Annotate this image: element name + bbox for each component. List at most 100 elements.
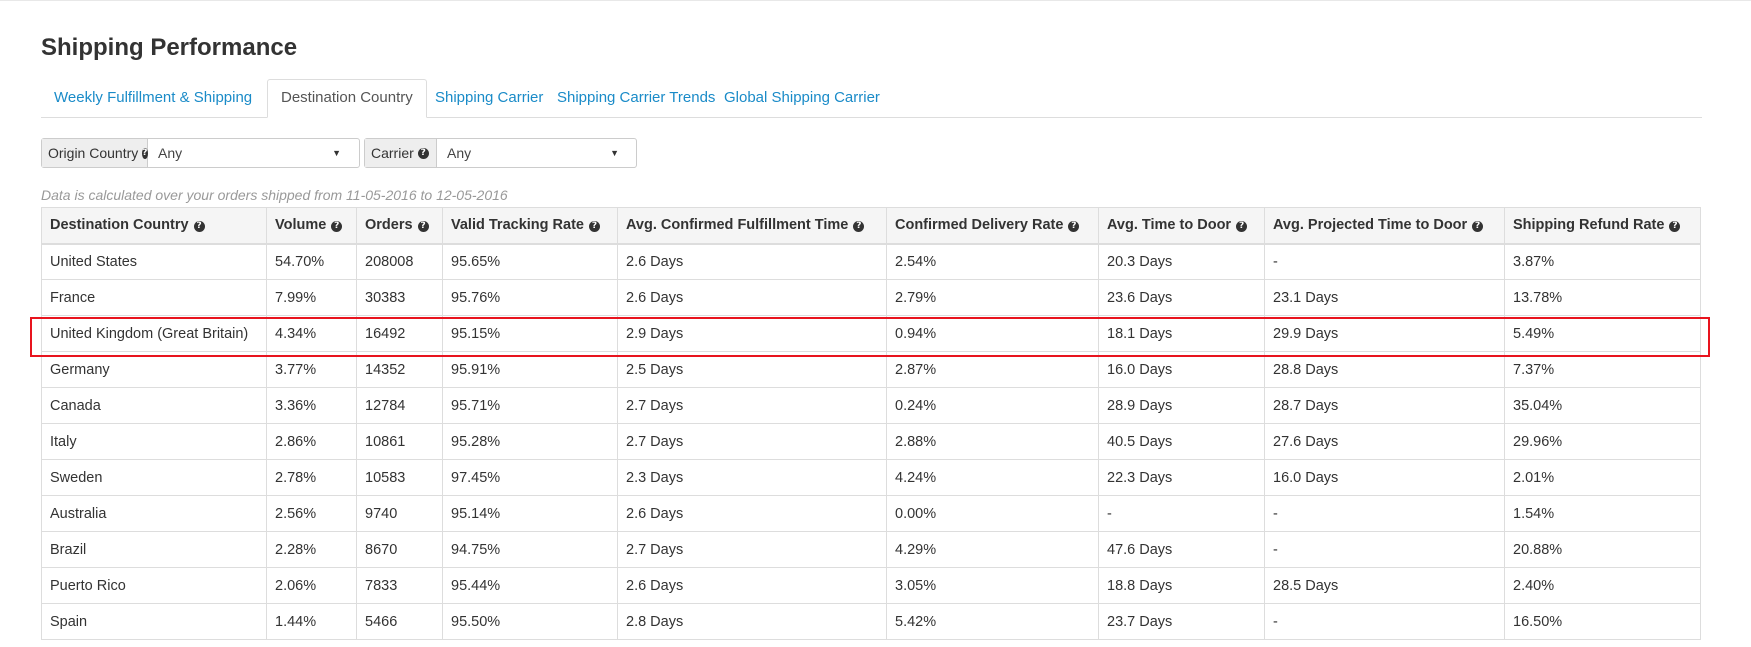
table-cell: Germany bbox=[41, 351, 267, 388]
origin-country-label: Origin Country ? bbox=[42, 139, 148, 167]
table-row: Australia 2.56% 9740 95.14% 2.6 Days 0.00% - -1… bbox=[41, 495, 1701, 532]
tab-weekly-fulfillment-shipping[interactable]: Weekly Fulfillment & Shipping bbox=[41, 79, 265, 116]
table-cell: 9740 bbox=[356, 495, 443, 532]
table-cell: 95.71% bbox=[442, 387, 618, 424]
table-cell: 4.24% bbox=[886, 459, 1099, 496]
tab-global-shipping-carrier[interactable]: Global Shipping Carrier bbox=[711, 79, 893, 116]
table-cell: 2.6 Days bbox=[617, 243, 887, 280]
table-cell: 1.54% bbox=[1504, 495, 1701, 532]
date-range-note: Data is calculated over your orders ship… bbox=[41, 187, 508, 203]
table-cell: 2.6 Days bbox=[617, 495, 887, 532]
table-cell: United Kingdom (Great Britain) bbox=[41, 315, 267, 352]
table-cell: 0.24% bbox=[886, 387, 1099, 424]
tab-destination-country[interactable]: Destination Country bbox=[267, 79, 427, 118]
table-cell: 3.05% bbox=[886, 567, 1099, 604]
table-cell: 2.9 Days bbox=[617, 315, 887, 352]
column-header[interactable]: Avg. Time to Door? bbox=[1098, 207, 1265, 245]
table-cell: 4.34% bbox=[266, 315, 357, 352]
table-cell: Italy bbox=[41, 423, 267, 460]
column-header[interactable]: Avg. Confirmed Fulfillment Time? bbox=[617, 207, 887, 245]
column-header[interactable]: Volume? bbox=[266, 207, 357, 245]
table-cell: - bbox=[1098, 495, 1265, 532]
table-cell: 2.7 Days bbox=[617, 387, 887, 424]
column-header[interactable]: Shipping Refund Rate? bbox=[1504, 207, 1701, 245]
help-icon[interactable]: ? bbox=[1068, 221, 1080, 233]
help-icon[interactable]: ? bbox=[193, 221, 205, 233]
table-cell: 18.8 Days bbox=[1098, 567, 1265, 604]
help-icon[interactable]: ? bbox=[1669, 221, 1681, 233]
table-cell: - bbox=[1264, 531, 1505, 568]
table-row: Canada 3.36% 12784 95.71% 2.7 Days 0.24% 28.9 … bbox=[41, 387, 1701, 424]
table-cell: Spain bbox=[41, 603, 267, 640]
table-cell: 28.8 Days bbox=[1264, 351, 1505, 388]
table-cell: 2.06% bbox=[266, 567, 357, 604]
table-cell: 2.88% bbox=[886, 423, 1099, 460]
table-cell: 12784 bbox=[356, 387, 443, 424]
table-cell: 95.65% bbox=[442, 243, 618, 280]
table-row: Puerto Rico 2.06% 7833 95.44% 2.6 Days 3.05% 1… bbox=[41, 567, 1701, 604]
table-cell: 3.87% bbox=[1504, 243, 1701, 280]
tab-shipping-carrier-trends[interactable]: Shipping Carrier Trends bbox=[544, 79, 728, 116]
table-cell: 208008 bbox=[356, 243, 443, 280]
table-cell: 28.7 Days bbox=[1264, 387, 1505, 424]
table-cell: 23.1 Days bbox=[1264, 279, 1505, 316]
origin-country-filter: Origin Country ? Any ▼ bbox=[41, 138, 360, 168]
table-cell: 10861 bbox=[356, 423, 443, 460]
table-cell: 40.5 Days bbox=[1098, 423, 1265, 460]
table-cell: 95.14% bbox=[442, 495, 618, 532]
table-cell: 4.29% bbox=[886, 531, 1099, 568]
origin-country-select[interactable]: Any ▼ bbox=[148, 139, 347, 167]
table-cell: 2.8 Days bbox=[617, 603, 887, 640]
table-cell: 7833 bbox=[356, 567, 443, 604]
table-cell: 2.78% bbox=[266, 459, 357, 496]
table-cell: 2.7 Days bbox=[617, 423, 887, 460]
table-cell: 2.01% bbox=[1504, 459, 1701, 496]
help-icon[interactable]: ? bbox=[588, 221, 600, 233]
help-icon[interactable]: ? bbox=[853, 221, 865, 233]
table-cell: 27.6 Days bbox=[1264, 423, 1505, 460]
table-cell: United States bbox=[41, 243, 267, 280]
help-icon[interactable]: ? bbox=[417, 147, 429, 159]
table-cell: 2.3 Days bbox=[617, 459, 887, 496]
table-cell: 2.56% bbox=[266, 495, 357, 532]
table-cell: 2.54% bbox=[886, 243, 1099, 280]
table-cell: 20.88% bbox=[1504, 531, 1701, 568]
table-cell: 1.44% bbox=[266, 603, 357, 640]
table-cell: 20.3 Days bbox=[1098, 243, 1265, 280]
table-row: United States 54.70% 208008 95.65% 2.6 Days 2… bbox=[41, 243, 1701, 280]
column-header[interactable]: Avg. Projected Time to Door? bbox=[1264, 207, 1505, 245]
table-body: United States 54.70% 208008 95.65% 2.6 Days 2… bbox=[41, 243, 1701, 640]
tab-shipping-carrier[interactable]: Shipping Carrier bbox=[422, 79, 556, 116]
tab-bar: Weekly Fulfillment & Shipping Destinatio… bbox=[41, 79, 1702, 118]
table-cell: 29.9 Days bbox=[1264, 315, 1505, 352]
table-cell: 0.94% bbox=[886, 315, 1099, 352]
table-cell: 2.28% bbox=[266, 531, 357, 568]
help-icon[interactable]: ? bbox=[417, 221, 429, 233]
table-cell: - bbox=[1264, 243, 1505, 280]
table-cell: 28.5 Days bbox=[1264, 567, 1505, 604]
help-icon[interactable]: ? bbox=[1472, 221, 1484, 233]
table-cell: 13.78% bbox=[1504, 279, 1701, 316]
table-cell: 95.50% bbox=[442, 603, 618, 640]
table-cell: 3.77% bbox=[266, 351, 357, 388]
destination-country-table: Destination Country? Volume? Orders? Val… bbox=[41, 207, 1701, 640]
table-cell: Canada bbox=[41, 387, 267, 424]
help-icon[interactable]: ? bbox=[142, 147, 148, 159]
help-icon[interactable]: ? bbox=[331, 221, 343, 233]
table-cell: 2.86% bbox=[266, 423, 357, 460]
table-cell: - bbox=[1264, 495, 1505, 532]
column-header[interactable]: Orders? bbox=[356, 207, 443, 245]
carrier-select[interactable]: Any ▼ bbox=[437, 139, 625, 167]
table-cell: 2.79% bbox=[886, 279, 1099, 316]
table-cell: 95.91% bbox=[442, 351, 618, 388]
help-icon[interactable]: ? bbox=[1236, 221, 1248, 233]
dropdown-caret-icon: ▼ bbox=[332, 148, 341, 158]
column-header[interactable]: Destination Country? bbox=[41, 207, 267, 245]
carrier-label: Carrier ? bbox=[365, 139, 437, 167]
table-cell: 95.15% bbox=[442, 315, 618, 352]
top-border bbox=[0, 0, 1751, 1]
column-header[interactable]: Valid Tracking Rate? bbox=[442, 207, 618, 245]
table-row: Spain 1.44% 5466 95.50% 2.8 Days 5.42% 23.7 Da… bbox=[41, 603, 1701, 640]
column-header[interactable]: Confirmed Delivery Rate? bbox=[886, 207, 1099, 245]
table-cell: Australia bbox=[41, 495, 267, 532]
